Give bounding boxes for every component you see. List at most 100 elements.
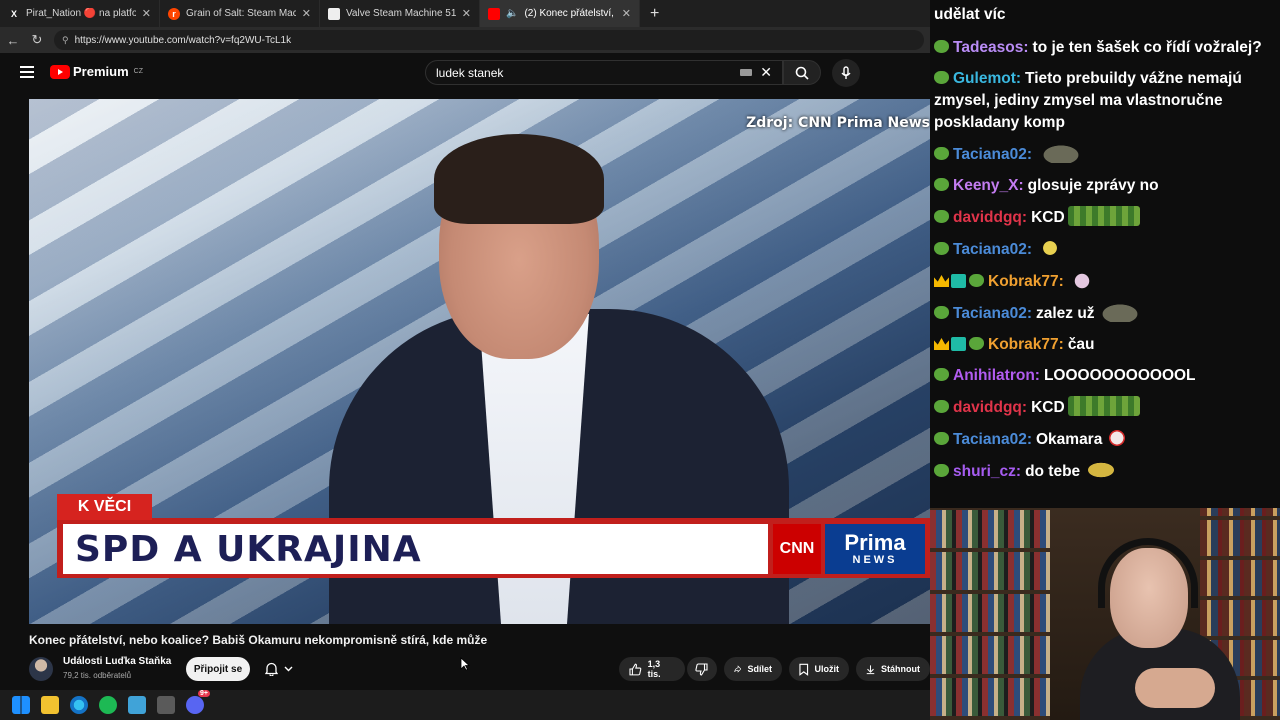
share-button[interactable]: Sdílet — [724, 657, 782, 681]
calculator-icon[interactable] — [157, 696, 175, 714]
video-player[interactable]: Zdroj: CNN Prima News SPD A UKRAJINA CNN… — [29, 99, 930, 624]
new-tab-button[interactable]: + — [640, 5, 669, 23]
chat-username[interactable]: Gulemot: — [953, 70, 1021, 87]
chat-message: Taciana02: zalez už — [934, 302, 1276, 325]
url-field[interactable]: ⚲ https://www.youtube.com/watch?v=fq2WU-… — [54, 30, 924, 50]
keyboard-icon[interactable] — [740, 69, 753, 76]
microphone-icon — [841, 66, 851, 79]
subscriber-badge-icon — [934, 147, 949, 160]
back-arrow-icon[interactable]: ← — [6, 33, 20, 48]
headline-text: SPD A UKRAJINA — [75, 528, 422, 570]
channel-avatar[interactable] — [29, 657, 53, 681]
share-icon — [734, 665, 742, 673]
download-button[interactable]: Stáhnout — [856, 657, 930, 681]
kcd-emote-icon — [1067, 206, 1140, 226]
logo-region: CZ — [133, 68, 143, 75]
subscriber-count: 79,2 tis. odběratelů — [63, 671, 132, 680]
subscriber-badge-icon — [934, 178, 949, 191]
chat-username[interactable]: Kobrak77: — [988, 273, 1064, 290]
notification-button[interactable] — [255, 657, 303, 681]
edge-icon[interactable] — [70, 696, 88, 714]
chat-message: Taciana02: Okamara — [934, 428, 1276, 451]
x-icon: X — [10, 8, 17, 19]
speaker-icon[interactable]: 🔈 — [506, 8, 518, 19]
subscriber-badge-icon — [969, 274, 984, 287]
site-info-icon[interactable]: ⚲ — [62, 35, 69, 46]
join-button[interactable]: Připojit se — [186, 657, 250, 681]
voice-search-button[interactable] — [832, 59, 860, 87]
channel-row: Události Luďka Staňka 79,2 tis. odběrate… — [29, 653, 930, 687]
windows-start-icon[interactable] — [12, 696, 30, 714]
chat-username[interactable]: Taciana02: — [953, 431, 1032, 448]
youtube-play-icon — [50, 64, 70, 79]
chat-message: Taciana02: — [934, 238, 1276, 261]
webcam-feed — [930, 508, 1280, 720]
close-tab-icon[interactable]: ✕ — [302, 7, 311, 20]
search-value: ludek stanek — [436, 65, 504, 80]
chat-username[interactable]: Anihilatron: — [953, 367, 1040, 384]
bell-icon — [265, 662, 278, 676]
tab-pirat-nation[interactable]: X Pirat_Nation 🔴 na platformě X: „C ✕ — [0, 0, 160, 27]
tab-label: Grain of Salt: Steam Machine Price — [186, 8, 296, 19]
chat-message-fragment: udělat víc — [934, 6, 1006, 23]
chat-username[interactable]: Tadeasos: — [953, 39, 1029, 56]
download-label: Stáhnout — [881, 664, 920, 674]
thumbs-down-icon — [695, 662, 708, 676]
chat-username[interactable]: daviddgq: — [953, 399, 1027, 416]
subscriber-badge-icon — [934, 368, 949, 381]
frog-emote-icon — [1038, 143, 1083, 163]
chat-username[interactable]: Kobrak77: — [988, 336, 1064, 353]
youtube-icon — [488, 7, 500, 20]
reload-icon[interactable]: ↻ — [30, 32, 44, 48]
bookmark-icon — [799, 663, 809, 676]
dislike-button[interactable] — [687, 657, 717, 681]
chat-username[interactable]: shuri_cz: — [953, 463, 1021, 480]
chat-username[interactable]: Taciana02: — [953, 305, 1032, 322]
chat-message: Kobrak77: čau — [934, 334, 1276, 356]
save-button[interactable]: Uložit — [789, 657, 849, 681]
youtube-page: Premium CZ ludek stanek ✕ Zdroj: CNN Pri… — [0, 53, 930, 690]
face-emote-icon — [1083, 460, 1120, 480]
pepe-emote-icon — [1038, 238, 1061, 258]
tab-label: (2) Konec přátelství, nebo koa — [524, 8, 615, 19]
like-button[interactable]: 1,3 tis. — [619, 657, 685, 681]
clear-search-icon[interactable]: ✕ — [760, 64, 772, 81]
headline-box: SPD A UKRAJINA — [63, 524, 768, 574]
reddit-icon: r — [168, 7, 180, 20]
address-bar-row: ← ↻ ⚲ https://www.youtube.com/watch?v=fq… — [0, 27, 930, 53]
close-tab-icon[interactable]: ✕ — [622, 7, 631, 20]
chat-username[interactable]: Taciana02: — [953, 146, 1032, 163]
url-text: https://www.youtube.com/watch?v=fq2WU-Tc… — [74, 34, 292, 46]
chat-text: Okamara — [1035, 431, 1103, 448]
search-button[interactable] — [783, 60, 821, 85]
close-tab-icon[interactable]: ✕ — [142, 7, 151, 20]
tab-valve-steam-machine[interactable]: Valve Steam Machine 512GB - Sma ✕ — [320, 0, 480, 27]
crown-badge-icon — [934, 338, 949, 350]
tab-youtube-video[interactable]: 🔈 (2) Konec přátelství, nebo koa ✕ — [480, 0, 640, 27]
search-icon — [795, 66, 809, 80]
youtube-logo[interactable]: Premium CZ — [50, 64, 143, 79]
save-label: Uložit — [814, 664, 840, 674]
file-explorer-icon[interactable] — [41, 696, 59, 714]
chat-username[interactable]: daviddgq: — [953, 209, 1027, 226]
notepad-icon[interactable] — [128, 696, 146, 714]
subscriber-badge-icon — [934, 432, 949, 445]
discord-icon[interactable]: 9+ — [186, 690, 210, 714]
search-input[interactable]: ludek stanek ✕ — [425, 60, 783, 85]
chat-username[interactable]: Keeny_X: — [953, 177, 1024, 194]
tab-grain-of-salt[interactable]: r Grain of Salt: Steam Machine Price ✕ — [160, 0, 320, 27]
clown-emote-icon — [1105, 428, 1130, 448]
chat-username[interactable]: Taciana02: — [953, 241, 1032, 258]
page-icon — [328, 7, 340, 20]
news-text: NEWS — [852, 554, 898, 566]
gift-badge-icon — [951, 274, 966, 288]
channel-name[interactable]: Události Luďka Staňka — [63, 656, 171, 667]
menu-icon[interactable] — [20, 66, 34, 78]
spotify-icon[interactable] — [99, 696, 117, 714]
prima-news-logo: Prima NEWS — [825, 524, 925, 574]
logo-text: Premium — [73, 64, 129, 79]
chat-message: Tadeasos: to je ten šašek co řídí vožrale… — [934, 37, 1276, 59]
chat-text: čau — [1067, 336, 1095, 353]
video-title: Konec přátelství, nebo koalice? Babiš Ok… — [29, 633, 488, 647]
close-tab-icon[interactable]: ✕ — [462, 7, 471, 20]
